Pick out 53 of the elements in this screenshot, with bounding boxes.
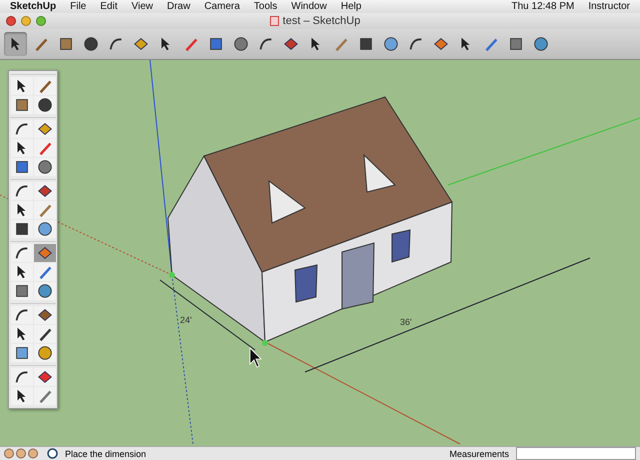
endpoint-marker bbox=[169, 272, 175, 278]
palette-tool-button[interactable] bbox=[10, 282, 32, 300]
window-title: test – SketchUp bbox=[282, 15, 360, 27]
menu-item[interactable]: View bbox=[131, 0, 153, 12]
info-icon[interactable] bbox=[47, 448, 58, 459]
user-menu[interactable]: Instructor bbox=[588, 0, 630, 12]
palette-tool-button[interactable] bbox=[10, 182, 32, 200]
menu-item[interactable]: Edit bbox=[100, 0, 118, 12]
toolbar-button[interactable] bbox=[4, 32, 27, 56]
palette-tool-button[interactable] bbox=[34, 344, 56, 362]
dimension-label: 24' bbox=[180, 315, 192, 325]
status-message: Place the dimension bbox=[65, 448, 146, 458]
palette-tool-button[interactable] bbox=[34, 220, 56, 238]
palette-tool-button[interactable] bbox=[10, 263, 32, 281]
menu-item[interactable]: File bbox=[70, 0, 86, 12]
palette-tool-button[interactable] bbox=[10, 368, 32, 386]
palette-tool-button[interactable] bbox=[10, 120, 32, 138]
palette-tool-button[interactable] bbox=[10, 201, 32, 219]
clock-text: Thu 12:48 PM bbox=[512, 0, 574, 12]
palette-tool-button[interactable] bbox=[34, 306, 56, 324]
palette-tool-button[interactable] bbox=[34, 368, 56, 386]
measurements-label: Measurements bbox=[449, 448, 509, 458]
minimize-button[interactable] bbox=[21, 16, 31, 26]
app-menu[interactable]: SketchUp bbox=[10, 0, 56, 12]
palette-tool-button[interactable] bbox=[34, 158, 56, 176]
palette-tool-button[interactable] bbox=[10, 77, 32, 95]
document-icon bbox=[270, 16, 279, 26]
menu-item[interactable]: Help bbox=[340, 0, 362, 12]
palette-tool-button[interactable] bbox=[10, 306, 32, 324]
palette-tool-button[interactable] bbox=[34, 325, 56, 343]
palette-tool-button[interactable] bbox=[10, 158, 32, 176]
palette-tool-button[interactable] bbox=[10, 387, 32, 405]
measurements-field[interactable] bbox=[516, 447, 636, 460]
palette-tool-button[interactable] bbox=[10, 325, 32, 343]
close-button[interactable] bbox=[6, 16, 16, 26]
menu-item[interactable]: Draw bbox=[166, 0, 190, 12]
palette-tool-button[interactable] bbox=[10, 244, 32, 262]
menu-item[interactable]: Tools bbox=[254, 0, 278, 12]
palette-tool-button[interactable] bbox=[34, 282, 56, 300]
palette-tool-button[interactable] bbox=[34, 182, 56, 200]
palette-tool-button[interactable] bbox=[10, 139, 32, 157]
menu-item[interactable]: Camera bbox=[204, 0, 240, 12]
palette-tool-button[interactable] bbox=[10, 220, 32, 238]
palette-tool-button[interactable] bbox=[34, 96, 56, 114]
dimension-label: 36' bbox=[400, 317, 412, 327]
palette-tool-button[interactable] bbox=[34, 120, 56, 138]
endpoint-marker bbox=[262, 340, 268, 346]
palette-tool-button[interactable] bbox=[10, 96, 32, 114]
menu-item[interactable]: Window bbox=[291, 0, 327, 12]
palette-tool-button[interactable] bbox=[34, 244, 56, 262]
zoom-button[interactable] bbox=[36, 16, 46, 26]
cursor-arrow-icon bbox=[250, 347, 262, 368]
palette-tool-button[interactable] bbox=[10, 344, 32, 362]
